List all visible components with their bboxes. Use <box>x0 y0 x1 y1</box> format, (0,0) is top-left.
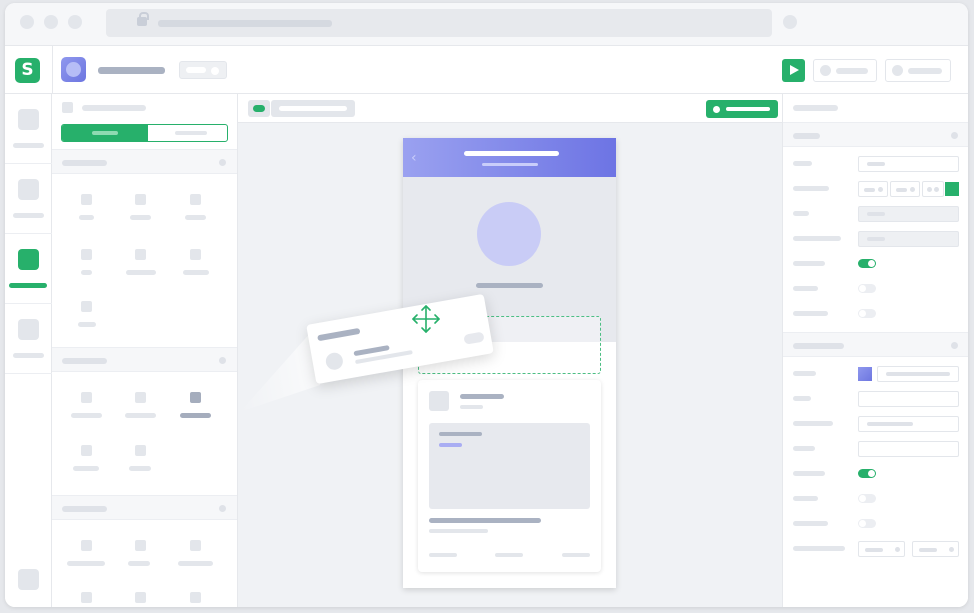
components-checkbox[interactable] <box>62 102 73 113</box>
property-row <box>783 541 968 557</box>
toolbar-button-2[interactable] <box>885 59 951 82</box>
property-input[interactable] <box>858 206 959 222</box>
card-footer-item[interactable] <box>562 553 590 557</box>
property-toggle[interactable] <box>858 259 876 268</box>
publish-button[interactable] <box>706 100 778 118</box>
color-swatch-green[interactable] <box>945 182 959 196</box>
property-row <box>783 181 968 197</box>
toolbar-button-1[interactable] <box>813 59 877 82</box>
card-footer-item[interactable] <box>495 553 523 557</box>
property-row <box>783 391 968 407</box>
move-arrows-icon <box>412 305 440 333</box>
dragged-card-avatar <box>324 351 345 372</box>
color-swatch-purple[interactable] <box>858 367 872 381</box>
rail-item-components[interactable] <box>5 234 52 304</box>
property-row <box>783 466 968 482</box>
phone-subtitle <box>482 163 538 166</box>
browser-titlebar <box>5 3 968 46</box>
property-input[interactable] <box>858 416 959 432</box>
app-window: S ‹ <box>5 3 968 607</box>
property-row <box>783 306 968 322</box>
property-input[interactable] <box>858 156 959 172</box>
project-name <box>98 67 165 74</box>
property-row <box>783 256 968 272</box>
property-input[interactable] <box>858 231 959 247</box>
properties-section-2[interactable] <box>783 332 968 357</box>
rail-item-2[interactable] <box>5 164 52 234</box>
browser-menu-button[interactable] <box>783 15 797 29</box>
property-toggle[interactable] <box>858 309 876 318</box>
lock-icon <box>137 12 149 26</box>
properties-title <box>793 105 838 111</box>
property-row <box>783 441 968 457</box>
window-close-button[interactable] <box>20 15 34 29</box>
property-input[interactable] <box>877 366 959 382</box>
property-input[interactable] <box>858 391 959 407</box>
property-row <box>783 416 968 432</box>
content-card[interactable] <box>418 380 601 572</box>
components-title <box>82 105 146 111</box>
play-icon[interactable] <box>782 59 805 82</box>
component-section-header-3[interactable] <box>52 495 237 520</box>
canvas-toolbar <box>238 94 782 123</box>
property-row <box>783 206 968 222</box>
property-select[interactable] <box>858 541 905 557</box>
property-row <box>783 156 968 172</box>
app-toolbar: S <box>5 46 968 94</box>
property-toggle[interactable] <box>858 469 876 478</box>
components-panel <box>52 94 238 607</box>
card-body-line <box>429 518 541 523</box>
property-toggle[interactable] <box>858 284 876 293</box>
card-image <box>429 423 590 509</box>
card-footer-item[interactable] <box>429 553 457 557</box>
component-section-header-2[interactable] <box>52 347 237 372</box>
toolbar-divider <box>52 46 53 94</box>
rail-item-4[interactable] <box>5 304 52 374</box>
profile-name <box>476 283 543 288</box>
phone-title <box>464 151 559 156</box>
properties-section-1[interactable] <box>783 122 968 147</box>
card-subtitle <box>460 405 483 409</box>
address-text <box>158 20 332 27</box>
dragged-card-toggle <box>463 331 485 345</box>
card-title <box>460 394 504 399</box>
design-canvas[interactable]: ‹ <box>238 94 782 607</box>
page-selector[interactable] <box>271 100 355 117</box>
property-row <box>783 281 968 297</box>
components-segmented-control[interactable] <box>61 124 228 142</box>
properties-panel <box>782 94 968 607</box>
component-section-header-1[interactable] <box>52 149 237 174</box>
property-row <box>783 231 968 247</box>
avatar[interactable] <box>477 202 541 266</box>
project-status-badge[interactable] <box>179 61 227 79</box>
card-icon <box>429 391 449 411</box>
property-row <box>783 491 968 507</box>
chevron-left-icon[interactable]: ‹ <box>411 150 417 166</box>
dragged-card-title <box>317 327 361 342</box>
property-input[interactable] <box>858 441 959 457</box>
rail-item-1[interactable] <box>5 94 52 164</box>
address-bar[interactable] <box>106 9 772 37</box>
property-toggle[interactable] <box>858 519 876 528</box>
segment-active[interactable] <box>62 125 148 141</box>
app-logo[interactable]: S <box>15 58 40 83</box>
property-select[interactable] <box>912 541 959 557</box>
property-toggle[interactable] <box>858 494 876 503</box>
window-maximize-button[interactable] <box>68 15 82 29</box>
card-body-line <box>429 529 488 533</box>
project-icon[interactable] <box>61 57 86 82</box>
device-toggle[interactable] <box>248 100 270 117</box>
nav-rail <box>5 94 52 607</box>
phone-header: ‹ <box>403 138 616 177</box>
property-row <box>783 516 968 532</box>
window-minimize-button[interactable] <box>44 15 58 29</box>
property-row <box>783 366 968 382</box>
rail-settings-button[interactable] <box>18 569 39 590</box>
